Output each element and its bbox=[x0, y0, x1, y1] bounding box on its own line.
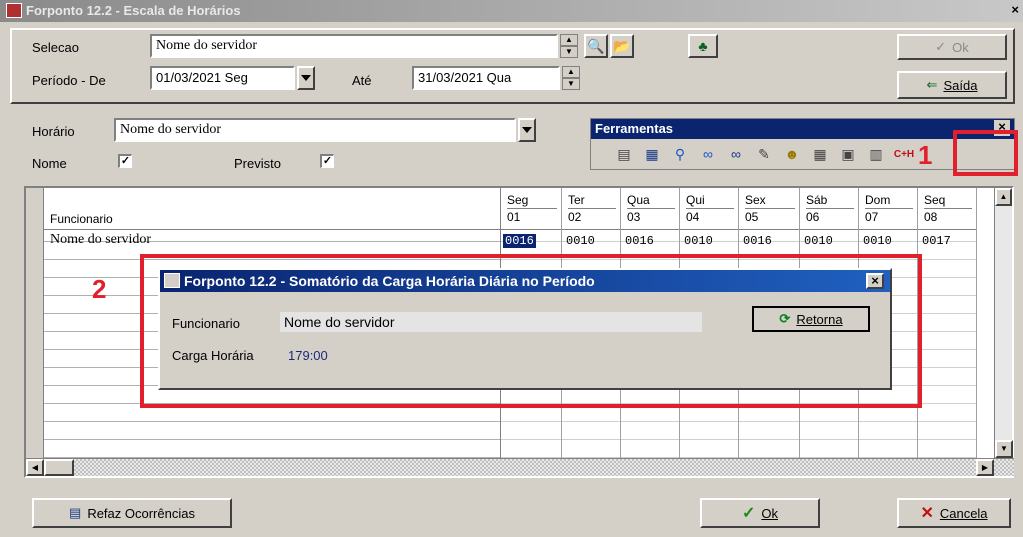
day-number: 05 bbox=[745, 208, 795, 225]
schedule-cell[interactable]: 0010 bbox=[682, 234, 715, 248]
people-icon[interactable]: ♣ bbox=[688, 34, 718, 58]
day-header: Qui 04 bbox=[680, 188, 738, 230]
binoculars-icon[interactable]: ∞ bbox=[725, 143, 747, 165]
day-number: 06 bbox=[806, 208, 854, 225]
selecao-spinner[interactable]: ▲ ▼ bbox=[560, 34, 578, 58]
day-header: Seg 01 bbox=[501, 188, 561, 230]
window-titlebar: Forponto 12.2 - Escala de Horários × bbox=[0, 0, 1023, 22]
face-icon[interactable]: ☻ bbox=[781, 143, 803, 165]
horario-field[interactable]: Nome do servidor bbox=[114, 118, 516, 142]
funcionario-cell[interactable]: Nome do servidor bbox=[44, 232, 500, 250]
cancela-button[interactable]: ✕ Cancela bbox=[897, 498, 1011, 528]
scroll-right-icon[interactable]: ▶ bbox=[976, 459, 994, 476]
day-name: Seg bbox=[507, 193, 529, 207]
horario-dropdown[interactable] bbox=[518, 118, 536, 142]
exit-icon: ⇐ bbox=[926, 77, 938, 92]
chart-icon[interactable]: ▥ bbox=[865, 143, 887, 165]
day-column: Seq 08 0017 bbox=[918, 188, 977, 458]
schedule-cell[interactable]: 0016 bbox=[741, 234, 774, 248]
report-icon[interactable]: ▤ bbox=[613, 143, 635, 165]
ate-label: Até bbox=[352, 73, 372, 88]
refaz-icon: ▤ bbox=[69, 505, 82, 520]
calculator-icon[interactable]: ▣ bbox=[837, 143, 859, 165]
row-selector-column bbox=[26, 188, 44, 458]
periodo-ate-spinner[interactable]: ▲ ▼ bbox=[562, 66, 580, 90]
calendar-icon[interactable]: ▦ bbox=[641, 143, 663, 165]
day-name: Seq bbox=[924, 193, 946, 207]
folder-icon[interactable]: 📂 bbox=[610, 34, 634, 58]
periodo-de-field[interactable]: 01/03/2021 Seg bbox=[150, 66, 295, 90]
cancel-x-icon: ✕ bbox=[920, 505, 934, 522]
schedule-cell[interactable]: 0016 bbox=[503, 234, 536, 248]
scroll-thumb[interactable] bbox=[44, 459, 74, 476]
day-name: Dom bbox=[865, 193, 891, 207]
funcionario-header: Funcionario bbox=[50, 212, 113, 226]
day-name: Sex bbox=[745, 193, 766, 207]
scroll-down-icon[interactable]: ▼ bbox=[995, 440, 1013, 458]
schedule-cell[interactable]: 0010 bbox=[564, 234, 597, 248]
nome-label: Nome bbox=[32, 156, 67, 171]
carga-horaria-icon[interactable]: C+H bbox=[893, 143, 915, 165]
day-header: Sex 05 bbox=[739, 188, 799, 230]
check-icon: ✓ bbox=[935, 39, 947, 54]
horizontal-scrollbar[interactable]: ◀ ▶ bbox=[26, 458, 1014, 476]
glasses-icon[interactable]: ∞ bbox=[697, 143, 719, 165]
app-icon bbox=[6, 3, 22, 18]
day-header: Qua 03 bbox=[621, 188, 679, 230]
window-title: Forponto 12.2 - Escala de Horários bbox=[26, 3, 241, 18]
schedule-cell[interactable]: 0010 bbox=[861, 234, 894, 248]
ok-button[interactable]: ✓ Ok bbox=[700, 498, 820, 528]
day-header: Ter 02 bbox=[562, 188, 620, 230]
periodo-de-dropdown[interactable] bbox=[297, 66, 315, 90]
periodo-ate-field[interactable]: 31/03/2021 Qua bbox=[412, 66, 560, 90]
selecao-label: Selecao bbox=[32, 40, 79, 55]
day-number: 08 bbox=[924, 208, 972, 225]
ferramentas-title: Ferramentas bbox=[595, 121, 674, 136]
top-ok-button[interactable]: ✓ Ok bbox=[897, 34, 1007, 60]
day-header: Seq 08 bbox=[918, 188, 976, 230]
day-header: Sáb 06 bbox=[800, 188, 858, 230]
annotation-number-1: 1 bbox=[918, 140, 933, 170]
schedule-cell[interactable]: 0010 bbox=[802, 234, 835, 248]
day-name: Qua bbox=[627, 193, 650, 207]
scroll-up-icon[interactable]: ▲ bbox=[995, 188, 1012, 206]
edit-icon[interactable]: ✎ bbox=[753, 143, 775, 165]
previsto-checkbox[interactable]: ✓ bbox=[320, 154, 334, 168]
saida-button[interactable]: ⇐ Saída bbox=[897, 71, 1007, 99]
ferramentas-toolbar: Ferramentas × ▤ ▦ ⚲ ∞ ∞ ✎ ☻ ▦ ▣ ▥ C+H bbox=[590, 118, 1015, 170]
horario-label: Horário bbox=[32, 124, 75, 139]
schedule-cell[interactable]: 0016 bbox=[623, 234, 656, 248]
annotation-box-2 bbox=[140, 254, 922, 408]
day-number: 02 bbox=[568, 208, 616, 225]
day-number: 04 bbox=[686, 208, 734, 225]
search-icon[interactable]: 🔍 bbox=[584, 34, 608, 58]
previsto-label: Previsto bbox=[234, 156, 281, 171]
selecao-field[interactable]: Nome do servidor bbox=[150, 34, 558, 58]
vertical-scrollbar[interactable]: ▲ ▼ bbox=[994, 188, 1013, 458]
refaz-ocorrencias-button[interactable]: ▤ Refaz Ocorrências bbox=[32, 498, 232, 528]
schedule-cell[interactable]: 0017 bbox=[920, 234, 953, 248]
day-header: Dom 07 bbox=[859, 188, 917, 230]
scroll-left-icon[interactable]: ◀ bbox=[26, 459, 44, 476]
day-name: Sáb bbox=[806, 193, 828, 207]
annotation-box-1 bbox=[953, 130, 1018, 176]
day-number: 07 bbox=[865, 208, 913, 225]
person-search-icon[interactable]: ⚲ bbox=[669, 143, 691, 165]
nome-checkbox[interactable]: ✓ bbox=[118, 154, 132, 168]
grid-icon[interactable]: ▦ bbox=[809, 143, 831, 165]
day-number: 01 bbox=[507, 208, 557, 225]
day-number: 03 bbox=[627, 208, 675, 225]
ferramentas-titlebar: Ferramentas × bbox=[591, 119, 1014, 139]
periodo-label: Período - De bbox=[32, 73, 106, 88]
check-icon: ✓ bbox=[741, 505, 756, 522]
day-name: Qui bbox=[686, 193, 705, 207]
close-icon[interactable]: × bbox=[1011, 2, 1019, 17]
annotation-number-2: 2 bbox=[92, 274, 107, 304]
day-name: Ter bbox=[568, 193, 585, 207]
